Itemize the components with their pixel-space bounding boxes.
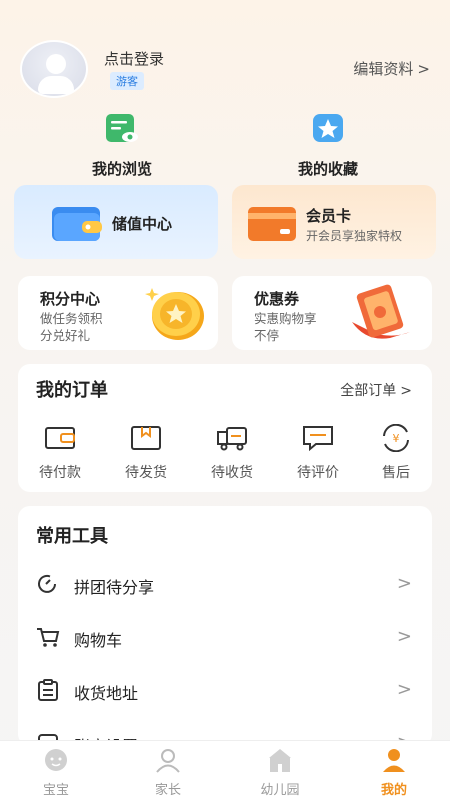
avatar[interactable] [20, 40, 88, 98]
my-orders-section: 我的订单 全部订单 > 待付款 待发货 待收货 待评价 ¥ 售后 [18, 364, 432, 492]
vip-card[interactable]: 会员卡 开会员享独家特权 [232, 185, 436, 259]
baby-face-icon [45, 749, 67, 771]
history-icon [106, 114, 138, 142]
chevron-right-icon: > [396, 626, 412, 647]
coupon-title: 优惠券 [254, 290, 300, 308]
coupon-card[interactable]: 优惠券 实惠购物享 不停 [232, 276, 432, 350]
order-to-review[interactable]: 待评价 [288, 424, 348, 482]
svg-text:¥: ¥ [393, 432, 400, 445]
edit-profile-label: 编辑资料 [353, 60, 414, 78]
clipboard-icon [38, 679, 58, 701]
favorites-label: 我的收藏 [297, 160, 358, 178]
tool-group-share[interactable]: 拼团待分享 > [18, 564, 432, 604]
chevron-right-icon: > [400, 383, 412, 399]
school-icon [269, 749, 291, 772]
coupon-ticket-icon [352, 284, 410, 339]
history-button[interactable]: 我的浏览 [62, 112, 182, 179]
star-icon [313, 114, 343, 142]
login-link[interactable]: 点击登录 [104, 48, 164, 69]
box-icon [131, 426, 161, 450]
gold-coin-icon [145, 288, 204, 340]
profile-header: 点击登录 游客 编辑资料 > [18, 38, 432, 100]
wallet-center-card[interactable]: 储值中心 [14, 185, 218, 259]
wallet-outline-icon [45, 427, 75, 449]
comment-icon [303, 426, 333, 452]
points-center-card[interactable]: 积分中心 做任务领积 分兑好礼 [18, 276, 218, 350]
coupon-subtitle-2: 不停 [254, 328, 280, 343]
parent-icon [156, 749, 180, 773]
cart-icon [37, 628, 60, 647]
order-to-receive[interactable]: 待收货 [202, 424, 262, 482]
share-refresh-icon [38, 574, 56, 593]
tool-label: 拼团待分享 [74, 578, 155, 597]
points-title: 积分中心 [40, 290, 101, 308]
tools-title: 常用工具 [36, 526, 108, 547]
avatar-body [38, 76, 74, 94]
order-to-ship[interactable]: 待发货 [116, 424, 176, 482]
tab-label: 幼儿园 [260, 783, 300, 798]
tab-label: 宝宝 [42, 783, 69, 798]
chevron-right-icon: > [417, 60, 430, 78]
avatar-head [46, 54, 66, 74]
order-label: 待评价 [297, 465, 339, 481]
wallet-title: 储值中心 [112, 215, 173, 233]
orders-title: 我的订单 [36, 380, 108, 401]
history-label: 我的浏览 [91, 160, 152, 178]
all-orders-label: 全部订单 [340, 383, 397, 399]
chevron-right-icon: > [396, 573, 412, 594]
order-label: 待发货 [125, 465, 167, 481]
tab-label: 家长 [154, 783, 181, 798]
order-label: 待收货 [211, 465, 253, 481]
tab-parent[interactable]: 家长 [128, 747, 208, 798]
tab-baby[interactable]: 宝宝 [16, 747, 96, 798]
tool-label: 购物车 [74, 631, 123, 650]
all-orders-link[interactable]: 全部订单 > [340, 380, 412, 400]
common-tools-section: 常用工具 拼团待分享 > 购物车 > 收货地址 > 账户设置 > [18, 506, 432, 746]
guest-badge: 游客 [110, 72, 144, 90]
points-subtitle-2: 分兑好礼 [40, 328, 91, 343]
vip-subtitle: 开会员享独家特权 [306, 229, 403, 243]
tab-kindergarten[interactable]: 幼儿园 [240, 747, 320, 798]
order-after-sales[interactable]: ¥ 售后 [366, 423, 426, 482]
favorites-button[interactable]: 我的收藏 [268, 112, 388, 179]
vip-title: 会员卡 [306, 207, 352, 225]
edit-profile-link[interactable]: 编辑资料 > [353, 58, 430, 79]
profile-icon [383, 749, 405, 772]
tool-cart[interactable]: 购物车 > [18, 617, 432, 657]
refund-icon: ¥ [383, 423, 409, 453]
wallet-icon [52, 207, 102, 241]
tab-label: 我的 [380, 783, 407, 798]
member-card-icon [248, 207, 296, 241]
tool-address[interactable]: 收货地址 > [18, 670, 432, 710]
bottom-tab-bar: 宝宝 家长 幼儿园 我的 [0, 740, 450, 800]
order-label: 售后 [382, 465, 410, 481]
quick-actions: 我的浏览 我的收藏 [0, 112, 450, 178]
tab-mine[interactable]: 我的 [354, 747, 434, 798]
order-label: 待付款 [39, 465, 81, 481]
order-pending-payment[interactable]: 待付款 [30, 424, 90, 482]
chevron-right-icon: > [396, 679, 412, 700]
truck-icon [217, 427, 247, 451]
tool-label: 收货地址 [74, 684, 139, 703]
